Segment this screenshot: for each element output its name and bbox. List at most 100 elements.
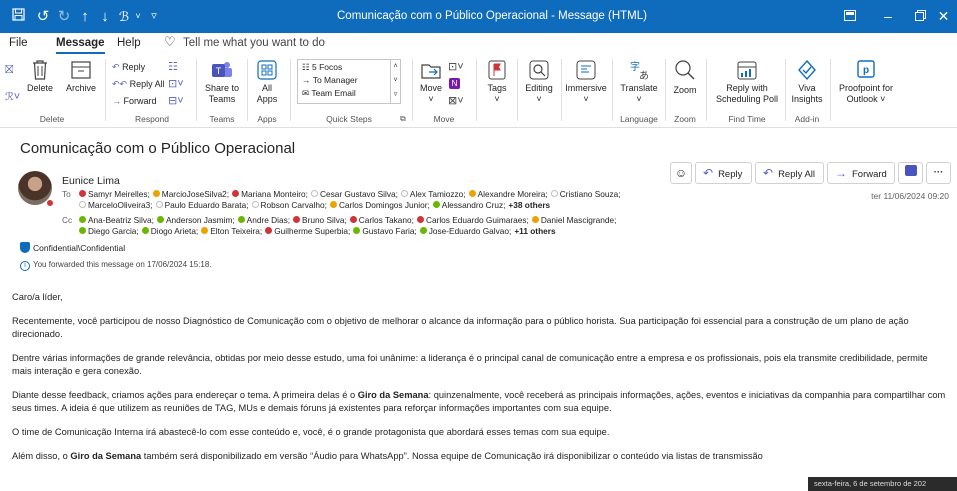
presence-status-icon (550, 190, 558, 197)
presence-status-icon (416, 216, 424, 223)
editing-button[interactable]: Editing ˅ (520, 59, 558, 105)
recipient[interactable]: MarcioJoseSilva2; (150, 189, 229, 199)
recipient[interactable]: Robson Carvalho; (249, 200, 327, 210)
dialog-launcher-icon[interactable]: ⧉ (400, 113, 406, 125)
tab-message[interactable]: Message (56, 37, 105, 54)
recipient[interactable]: Alessandro Cruz; (430, 200, 505, 210)
recipient[interactable]: Alex Tamiozzo; (398, 189, 466, 199)
recipient[interactable]: Anderson Jasmim; (154, 215, 235, 225)
menu-bar: File Message Help ♡ Tell me what you wan… (0, 33, 957, 55)
recipient[interactable]: Andre Dias; (235, 215, 290, 225)
recipient[interactable]: Diego Garcia; (76, 226, 139, 236)
recipient[interactable]: Mariana Monteiro; (229, 189, 308, 199)
quick-steps-gallery[interactable]: ☷ 5 Focos → To Manager ✉ Team Email ˄ ˅ … (297, 59, 401, 104)
move-button[interactable]: Move ˅ (414, 59, 448, 105)
presence-status-icon (432, 201, 440, 208)
recipient[interactable]: Bruno Silva; (290, 215, 347, 225)
forward-button[interactable]: → Forward (112, 95, 157, 107)
next-item-icon[interactable]: ↓ (97, 0, 113, 33)
save-icon[interactable] (8, 0, 28, 33)
quick-steps-scroll[interactable]: ˄ ˅ ▿ (390, 60, 400, 103)
recipient[interactable]: Carlos Takano; (347, 215, 414, 225)
recipient[interactable]: Guilherme Superbia; (262, 226, 350, 236)
recipient[interactable]: Jose-Eduardo Galvao; (417, 226, 511, 236)
recipient[interactable]: Diogo Arieta; (139, 226, 198, 236)
lightbulb-icon: ♡ (164, 34, 176, 49)
quick-access-dropdown-icon[interactable]: ▿ (148, 0, 160, 33)
recipient[interactable]: Elton Teixeira; (198, 226, 262, 236)
emoji-reaction-button[interactable]: ☺ (670, 162, 692, 184)
arrow-right-icon: → (302, 75, 311, 85)
presence-status-icon (201, 227, 209, 234)
date-tooltip: sexta-feira, 6 de setembro de 202 (808, 477, 957, 491)
tab-file[interactable]: File (9, 37, 28, 49)
info-icon: i (20, 261, 30, 271)
group-label-delete: Delete (39, 114, 65, 124)
quick-step-to-manager[interactable]: → To Manager (302, 75, 358, 85)
move-folder-icon (421, 64, 441, 79)
recipient[interactable]: Carlos Domingos Junior; (327, 200, 430, 210)
recipient[interactable]: Ana-Beatriz Silva; (76, 215, 154, 225)
more-recipients-link[interactable]: +11 others (514, 226, 555, 236)
reply-all-button[interactable]: ↶↶ Reply All (112, 78, 165, 90)
presence-status-icon (152, 190, 160, 197)
more-recipients-link[interactable]: +38 others (508, 200, 550, 210)
zoom-button[interactable]: Zoom (668, 59, 702, 96)
actions-icon[interactable]: ⊠˅ (448, 95, 464, 107)
tab-help[interactable]: Help (117, 37, 141, 49)
tags-button[interactable]: Tags ˅ (480, 59, 514, 105)
separator (196, 59, 197, 121)
reply-with-scheduling-poll-button[interactable]: Reply with Scheduling Poll (712, 59, 782, 105)
body-paragraph: Diante desse feedback, criamos ações par… (12, 390, 946, 413)
im-icon[interactable]: ⊡˅ (168, 78, 184, 90)
junk-icon[interactable]: ℛ˅ (5, 91, 20, 103)
undo-icon[interactable]: ↺ (33, 0, 53, 33)
body-paragraph: Caro/a líder, (12, 292, 63, 302)
translate-button[interactable]: 字あ Translate ˅ (615, 59, 663, 105)
redo-icon[interactable]: ↻ (55, 0, 73, 33)
teams-share-button[interactable] (898, 162, 923, 184)
immersive-button[interactable]: Immersive ˅ (563, 59, 609, 105)
more-respond-icon[interactable]: ⊟˅ (168, 95, 184, 107)
forwarded-info: i You forwarded this message on 17/06/202… (20, 260, 212, 271)
share-to-teams-button[interactable]: T Share to Teams (200, 59, 244, 105)
group-label-respond: Respond (134, 114, 170, 124)
quick-step-team-email[interactable]: ✉ Team Email (302, 88, 356, 99)
more-actions-button[interactable]: ··· (926, 162, 951, 184)
mail-icon: ✉ (302, 88, 310, 98)
customize-icon[interactable]: ℬ (115, 0, 133, 33)
archive-button[interactable]: Archive (60, 59, 102, 94)
reply-all-action-button[interactable]: ↶ Reply All (755, 162, 824, 184)
recipient[interactable]: Cesar Gustavo Silva; (308, 189, 398, 199)
recipient[interactable]: Daniel Mascigrande; (529, 215, 616, 225)
proofpoint-button[interactable]: p Proofpoint for Outlook ˅ (833, 59, 899, 105)
recipient[interactable]: Carlos Eduardo Guimaraes; (414, 215, 529, 225)
all-apps-button[interactable]: All Apps (250, 59, 284, 105)
close-button[interactable]: ✕ (930, 0, 957, 33)
sender-name[interactable]: Eunice Lima (62, 175, 120, 187)
onenote-icon[interactable]: N (449, 77, 460, 89)
reply-action-button[interactable]: ↶ Reply (695, 162, 752, 184)
viva-insights-button[interactable]: Viva Insights (788, 59, 826, 105)
tell-me-search[interactable]: Tell me what you want to do (183, 37, 325, 49)
recipient[interactable]: MarceloOliveira3; (76, 200, 153, 210)
ignore-icon[interactable]: ⛝ (5, 64, 13, 76)
reply-button[interactable]: ↶ Reply (112, 61, 145, 73)
presence-status-icon (251, 201, 259, 208)
rules-icon[interactable]: ⊡˅ (448, 61, 464, 73)
presence-status-icon (237, 216, 245, 223)
recipient[interactable]: Gustavo Faria; (350, 226, 417, 236)
quick-step-5-focos[interactable]: ☷ 5 Focos (302, 62, 342, 73)
recipient[interactable]: Cristiano Souza; (548, 189, 621, 199)
delete-button[interactable]: Delete (21, 59, 59, 94)
presence-status-icon (79, 201, 86, 208)
recipient[interactable]: Samyr Meirelles; (76, 189, 150, 199)
reading-pane: Comunicação com o Público Operacional Eu… (0, 129, 957, 491)
recipient[interactable]: Alexandre Moreira; (466, 189, 548, 199)
meeting-icon[interactable]: ☷ (168, 61, 178, 73)
previous-item-icon[interactable]: ↑ (77, 0, 93, 33)
chevron-down-icon[interactable]: ˅ (133, 0, 143, 33)
forward-action-button[interactable]: → Forward (827, 162, 895, 184)
to-recipients-line: To Samyr Meirelles; MarcioJoseSilva2; Maria… (62, 189, 621, 199)
recipient[interactable]: Paulo Eduardo Barata; (153, 200, 249, 210)
